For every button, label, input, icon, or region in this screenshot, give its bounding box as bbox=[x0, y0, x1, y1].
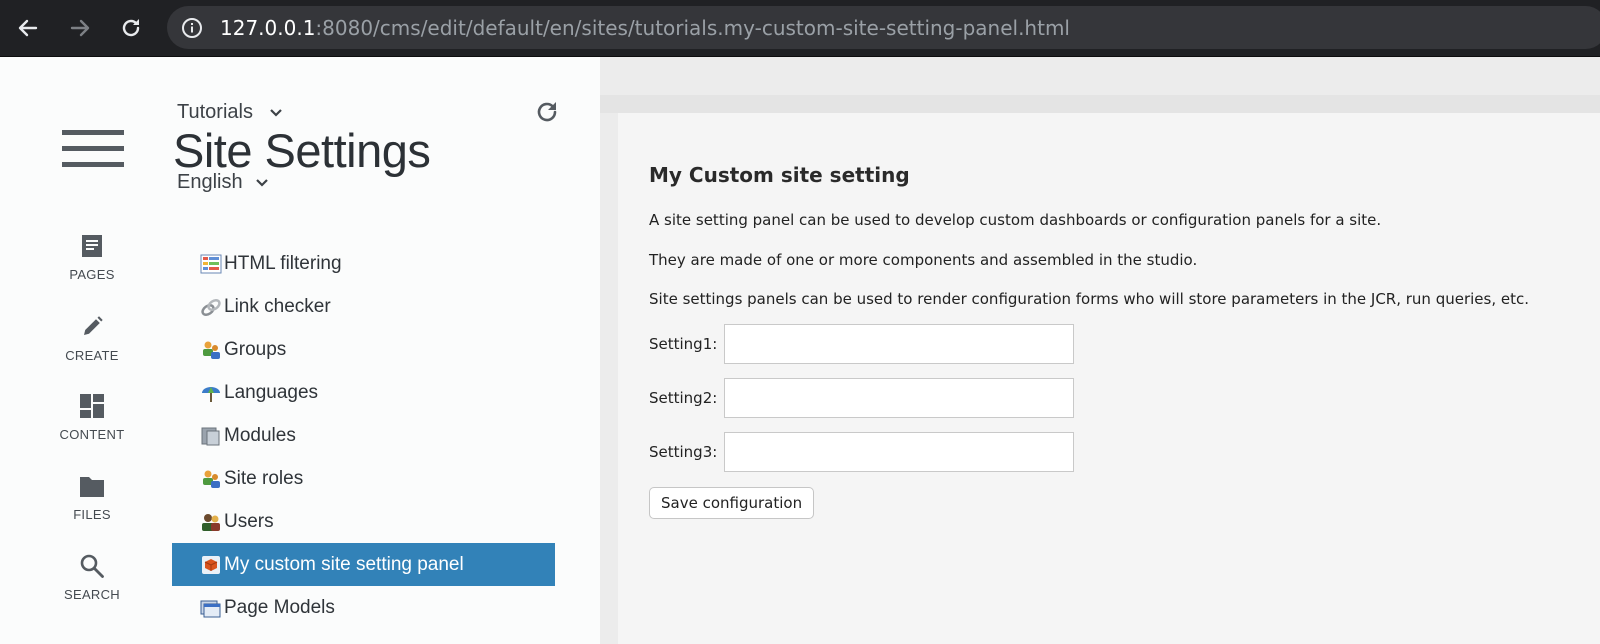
nav-label: CONTENT bbox=[59, 427, 125, 442]
setting1-input[interactable] bbox=[724, 324, 1074, 364]
refresh-icon[interactable] bbox=[534, 99, 560, 125]
menu-item-site-roles[interactable]: Site roles bbox=[172, 457, 555, 500]
page-models-icon bbox=[200, 600, 221, 617]
back-button[interactable] bbox=[14, 14, 42, 42]
chevron-down-icon bbox=[270, 108, 282, 117]
setting3-row: Setting3: bbox=[649, 432, 1074, 472]
menu-item-label: Users bbox=[224, 510, 274, 532]
description-paragraph: They are made of one or more components … bbox=[649, 251, 1198, 269]
site-selector-label: Tutorials bbox=[177, 101, 253, 123]
pencil-icon bbox=[84, 316, 103, 335]
setting2-label: Setting2: bbox=[649, 389, 718, 407]
nav-item-create[interactable]: CREATE bbox=[40, 314, 144, 363]
forward-button[interactable] bbox=[66, 14, 94, 42]
setting1-row: Setting1: bbox=[649, 324, 1074, 364]
nav-item-pages[interactable]: PAGES bbox=[40, 233, 144, 282]
menu-item-html-filtering[interactable]: HTML filtering bbox=[172, 242, 555, 285]
site-settings-panel: Tutorials Site Settings English HTML fil… bbox=[172, 57, 600, 644]
url-path: :8080/cms/edit/default/en/sites/tutorial… bbox=[315, 16, 1070, 40]
menu-item-link-checker[interactable]: Link checker bbox=[172, 285, 555, 328]
html-filtering-icon bbox=[200, 254, 222, 273]
main-divider-strip bbox=[600, 95, 1600, 113]
users-icon bbox=[202, 513, 220, 531]
groups-icon bbox=[203, 341, 220, 359]
setting3-input[interactable] bbox=[724, 432, 1074, 472]
menu-item-label: Page Models bbox=[224, 596, 335, 618]
menu-item-groups[interactable]: Groups bbox=[172, 328, 555, 371]
setting3-label: Setting3: bbox=[649, 443, 718, 461]
info-icon[interactable] bbox=[181, 17, 203, 39]
custom-settings-card: My Custom site setting A site setting pa… bbox=[618, 113, 1600, 644]
save-configuration-button[interactable]: Save configuration bbox=[649, 487, 815, 519]
chevron-down-icon bbox=[255, 178, 268, 187]
menu-item-label: Languages bbox=[224, 381, 319, 403]
nav-item-content[interactable]: CONTENT bbox=[40, 393, 144, 442]
url-host: 127.0.0.1 bbox=[220, 16, 316, 40]
menu-item-label: Link checker bbox=[224, 295, 331, 317]
menu-item-page-models[interactable]: Page Models bbox=[172, 586, 555, 629]
site-roles-icon bbox=[203, 470, 220, 488]
setting1-label: Setting1: bbox=[649, 335, 718, 353]
forward-arrow-icon bbox=[70, 19, 90, 37]
language-selector-label: English bbox=[177, 171, 243, 193]
nav-item-search[interactable]: SEARCH bbox=[40, 553, 144, 602]
hamburger-menu-icon[interactable] bbox=[62, 130, 124, 170]
dashboard-icon bbox=[80, 394, 104, 418]
address-bar[interactable]: 127.0.0.1:8080/cms/edit/default/en/sites… bbox=[167, 6, 1600, 49]
nav-label: FILES bbox=[73, 507, 111, 522]
nav-label: PAGES bbox=[69, 267, 115, 282]
link-checker-icon bbox=[201, 298, 221, 316]
menu-item-users[interactable]: Users bbox=[172, 500, 555, 543]
nav-label: SEARCH bbox=[64, 587, 120, 602]
pages-icon bbox=[82, 235, 102, 257]
reload-button[interactable] bbox=[117, 14, 145, 42]
nav-item-files[interactable]: FILES bbox=[40, 473, 144, 522]
search-icon bbox=[80, 554, 104, 578]
languages-icon bbox=[202, 386, 220, 402]
language-selector[interactable]: English bbox=[177, 171, 269, 194]
setting2-input[interactable] bbox=[724, 378, 1074, 418]
description-paragraph: Site settings panels can be used to rend… bbox=[649, 290, 1529, 308]
custom-panel-icon bbox=[202, 555, 220, 574]
setting2-row: Setting2: bbox=[649, 378, 1074, 418]
description-paragraph: A site setting panel can be used to deve… bbox=[649, 211, 1382, 229]
menu-item-label: HTML filtering bbox=[224, 252, 342, 274]
modules-icon bbox=[201, 427, 220, 445]
settings-menu: HTML filtering Link checker Groups Langu… bbox=[172, 242, 555, 629]
menu-item-label: Modules bbox=[224, 424, 296, 446]
nav-label: CREATE bbox=[65, 348, 119, 363]
menu-item-languages[interactable]: Languages bbox=[172, 371, 555, 414]
folder-icon bbox=[80, 477, 104, 497]
menu-item-label: Site roles bbox=[224, 467, 304, 489]
menu-item-label: Groups bbox=[224, 338, 287, 360]
menu-item-my-custom-site-setting-panel[interactable]: My custom site setting panel bbox=[172, 543, 555, 586]
url-text[interactable]: 127.0.0.1:8080/cms/edit/default/en/sites… bbox=[220, 16, 1070, 40]
browser-toolbar: 127.0.0.1:8080/cms/edit/default/en/sites… bbox=[0, 0, 1600, 57]
site-selector[interactable]: Tutorials bbox=[177, 101, 283, 124]
content-title: My Custom site setting bbox=[649, 163, 910, 187]
menu-item-label: My custom site setting panel bbox=[224, 553, 464, 575]
reload-icon bbox=[122, 19, 140, 37]
menu-item-modules[interactable]: Modules bbox=[172, 414, 555, 457]
back-arrow-icon bbox=[18, 19, 38, 37]
